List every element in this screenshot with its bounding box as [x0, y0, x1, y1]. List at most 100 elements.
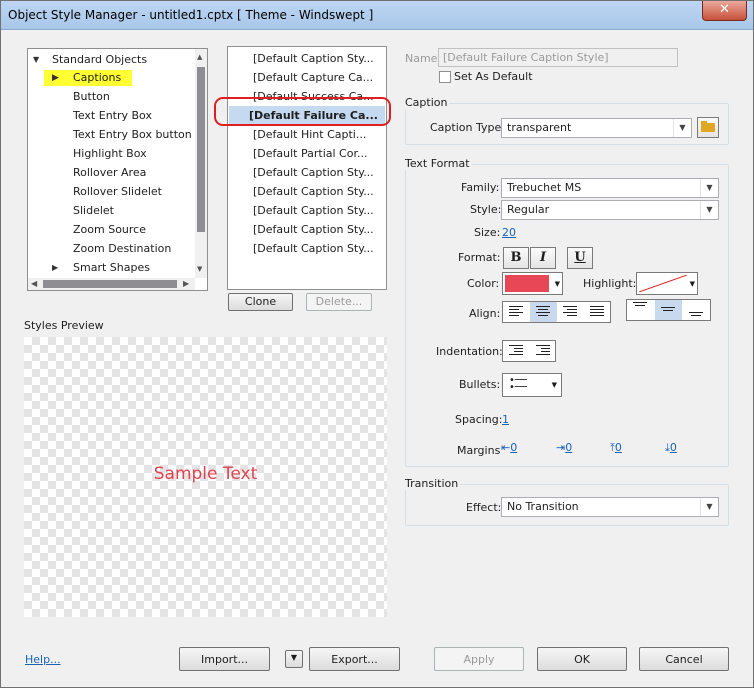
decrease-indent-icon[interactable]: [503, 341, 530, 361]
spacing-value[interactable]: 1: [502, 413, 509, 426]
caption-type-value: transparent: [507, 121, 572, 134]
scroll-right-icon[interactable]: ▶: [183, 279, 189, 288]
expanded-triangle-icon[interactable]: ▼: [33, 51, 39, 69]
collapsed-triangle-icon[interactable]: ▶: [52, 259, 58, 277]
tree-item-captions[interactable]: ▶ ▶ Captions: [28, 69, 195, 87]
align-left-icon[interactable]: [503, 302, 530, 322]
tree-item-highlight-box[interactable]: Highlight Box: [73, 145, 147, 163]
style-value: Regular: [507, 203, 550, 216]
caption-group-title: Caption: [403, 96, 450, 109]
close-button[interactable]: ✕: [702, 1, 747, 21]
chevron-down-icon: ▼: [689, 280, 695, 288]
chevron-down-icon: ▼: [700, 498, 718, 516]
style-item[interactable]: [Default Caption Sty...: [229, 220, 385, 239]
highlight-picker[interactable]: ▼: [636, 272, 698, 295]
style-item[interactable]: [Default Caption Sty...: [229, 163, 385, 182]
underline-button[interactable]: U: [567, 247, 593, 269]
style-item[interactable]: [Default Capture Ca...: [229, 68, 385, 87]
margins-label: Margins: [457, 444, 501, 457]
cancel-button[interactable]: Cancel: [639, 647, 729, 671]
align-top-icon[interactable]: [627, 300, 654, 320]
tree-item-text-entry-box[interactable]: Text Entry Box: [73, 107, 152, 125]
bullets-dropdown[interactable]: •── •── ▼: [502, 373, 562, 397]
color-picker[interactable]: ▼: [502, 272, 563, 295]
import-button[interactable]: Import...: [179, 647, 270, 671]
styles-preview-area: Sample Text: [24, 337, 387, 617]
name-field[interactable]: [Default Failure Caption Style]: [438, 48, 678, 67]
caption-type-dropdown[interactable]: transparent ▼: [501, 118, 692, 138]
margin-left-value[interactable]: 0: [510, 441, 517, 454]
align-center-icon[interactable]: [530, 302, 557, 322]
tree-item-rollover-area[interactable]: Rollover Area: [73, 164, 146, 182]
bullets-label: Bullets:: [459, 378, 501, 391]
selection-annotation-outline: [214, 97, 391, 126]
import-options-button[interactable]: ▼: [285, 650, 303, 668]
increase-indent-icon[interactable]: [530, 341, 557, 361]
tree-item-button[interactable]: Button: [73, 88, 110, 106]
align-right-icon[interactable]: [557, 302, 584, 322]
style-item[interactable]: [Default Caption Sty...: [229, 49, 385, 68]
tree-item-smart-shapes[interactable]: ▶ Smart Shapes: [28, 259, 195, 277]
margin-top-value[interactable]: 0: [615, 441, 622, 454]
ok-button[interactable]: OK: [537, 647, 627, 671]
margin-right-field[interactable]: ⇥0: [556, 441, 572, 454]
size-value[interactable]: 20: [502, 226, 516, 239]
bold-button[interactable]: B: [503, 247, 529, 269]
tree-item-standard-objects[interactable]: ▼ Standard Objects: [28, 51, 195, 69]
family-dropdown[interactable]: Trebuchet MS ▼: [501, 178, 719, 198]
style-item[interactable]: [Default Caption Sty...: [229, 182, 385, 201]
effect-dropdown[interactable]: No Transition ▼: [501, 497, 719, 517]
tree-item-zoom-destination[interactable]: Zoom Destination: [73, 240, 171, 258]
style-dropdown[interactable]: Regular ▼: [501, 200, 719, 220]
delete-button[interactable]: Delete...: [306, 293, 372, 311]
transition-title: Transition: [403, 477, 461, 490]
tree-item-slidelet[interactable]: Slidelet: [73, 202, 114, 220]
color-swatch: [505, 275, 549, 292]
chevron-down-icon: ▼: [700, 179, 718, 197]
tree-vertical-scrollbar[interactable]: ▲ ▼: [195, 49, 207, 278]
vertical-align-group: [626, 299, 711, 321]
name-label: Name: [405, 52, 438, 65]
scroll-thumb-h[interactable]: [43, 280, 177, 288]
spacing-label: Spacing:: [455, 413, 503, 426]
horizontal-align-group: [502, 301, 611, 323]
scroll-up-icon[interactable]: ▲: [197, 53, 202, 61]
margin-bottom-value[interactable]: 0: [670, 441, 677, 454]
tree-item-rollover-slidelet[interactable]: Rollover Slidelet: [73, 183, 162, 201]
margin-bottom-field[interactable]: ⤓0: [665, 441, 677, 455]
align-justify-icon[interactable]: [584, 302, 611, 322]
help-link[interactable]: Help...: [25, 653, 61, 666]
scroll-thumb[interactable]: [197, 67, 205, 232]
tree-item-text-entry-box-button[interactable]: Text Entry Box button: [73, 126, 192, 144]
tree-item-label: Standard Objects: [52, 53, 148, 66]
tree-item-zoom-source[interactable]: Zoom Source: [73, 221, 146, 239]
tree-horizontal-scrollbar[interactable]: ◀ ▶: [28, 278, 195, 290]
set-as-default-checkbox[interactable]: [439, 71, 451, 83]
folder-button[interactable]: [697, 117, 719, 138]
scroll-down-icon[interactable]: ▼: [197, 265, 202, 273]
align-bottom-icon[interactable]: [683, 300, 710, 320]
italic-button[interactable]: I: [530, 247, 556, 269]
chevron-down-icon: ▼: [290, 653, 298, 662]
object-tree: ▼ Standard Objects ▶ ▶ Captions Button T…: [28, 49, 195, 278]
style-item[interactable]: [Default Caption Sty...: [229, 239, 385, 258]
scroll-left-icon[interactable]: ◀: [31, 279, 37, 288]
window-title: Object Style Manager - untitled1.cptx [ …: [8, 8, 374, 22]
bullet-list-icon: •── •──: [509, 375, 527, 393]
style-item[interactable]: [Default Caption Sty...: [229, 201, 385, 220]
style-item[interactable]: [Default Partial Cor...: [229, 144, 385, 163]
margin-top-field[interactable]: ⤒0: [610, 441, 622, 455]
style-item[interactable]: [Default Hint Capti...: [229, 125, 385, 144]
align-label: Align:: [469, 307, 501, 320]
export-button[interactable]: Export...: [309, 647, 400, 671]
style-label: Style:: [470, 203, 502, 216]
margin-right-icon: ⇥: [556, 441, 566, 454]
align-middle-icon[interactable]: [655, 300, 682, 320]
styles-list: [Default Caption Sty... [Default Capture…: [227, 46, 387, 290]
size-label: Size:: [474, 226, 501, 239]
clone-button[interactable]: Clone: [228, 293, 293, 311]
caption-type-label: Caption Type: [430, 121, 502, 134]
apply-button[interactable]: Apply: [434, 647, 524, 671]
margin-right-value[interactable]: 0: [565, 441, 572, 454]
margin-left-field[interactable]: ⇤0: [501, 441, 517, 454]
